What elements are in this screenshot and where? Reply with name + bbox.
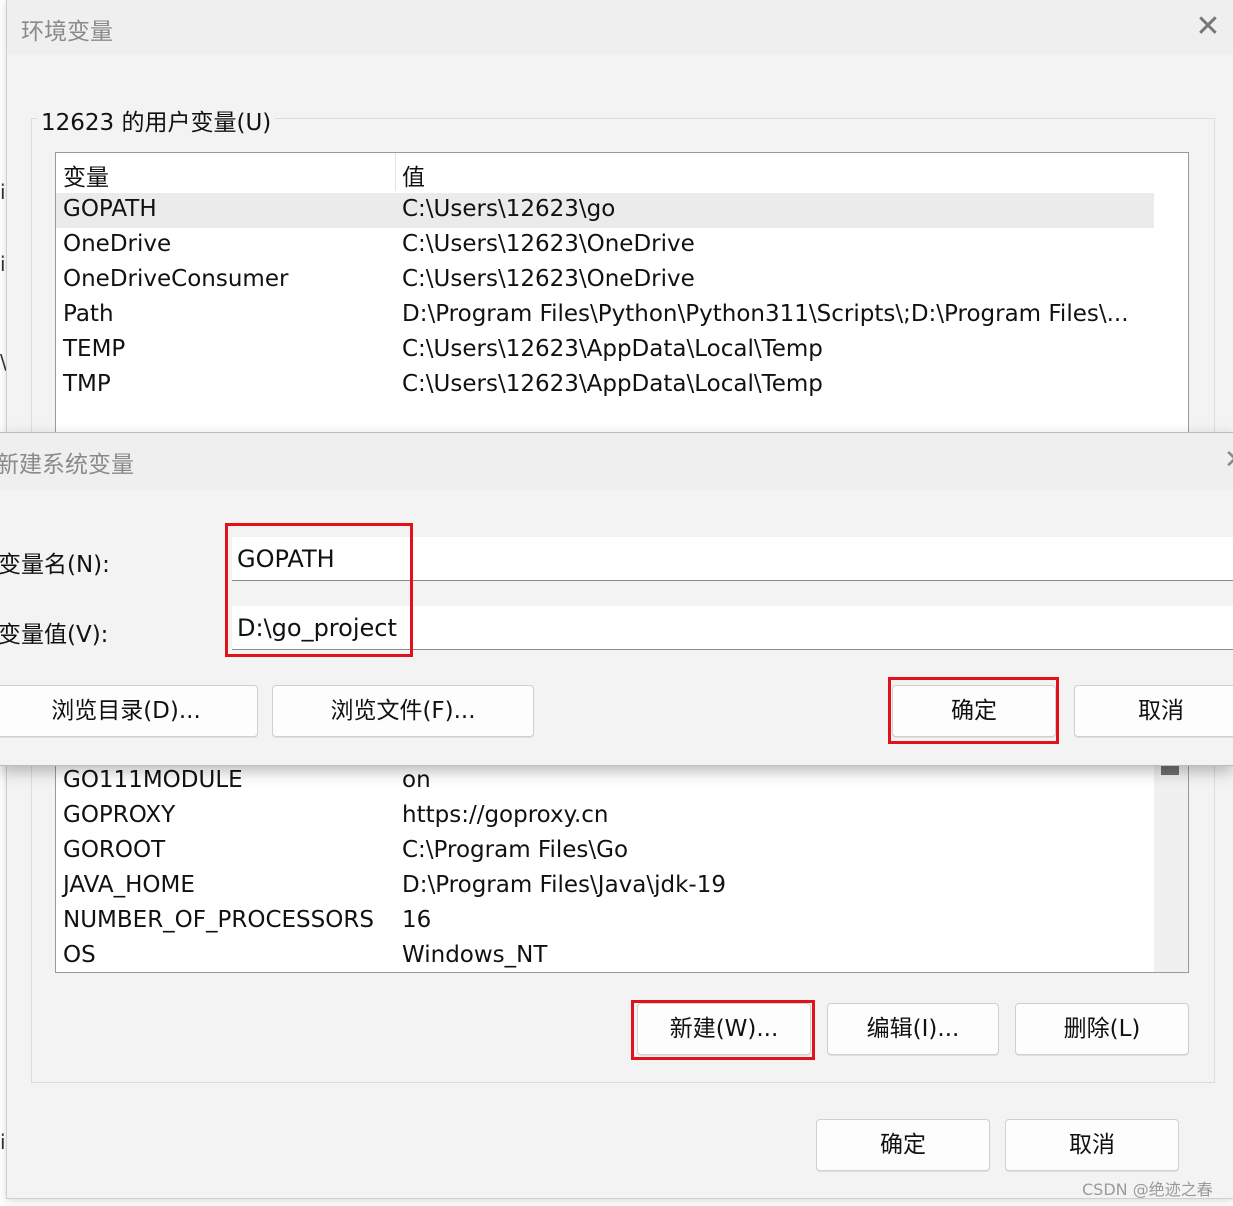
column-header-variable[interactable]: 变量 <box>63 158 109 192</box>
browse-file-button[interactable]: 浏览文件(F)... <box>272 685 534 737</box>
variable-name: GOROOT <box>63 837 166 863</box>
list-row[interactable]: GOROOT C:\Program Files\Go <box>56 834 1154 869</box>
list-row[interactable]: GOPROXY https://goproxy.cn <box>56 799 1154 834</box>
variable-value: C:\Users\12623\AppData\Local\Temp <box>402 336 823 362</box>
variable-name: TEMP <box>63 336 126 362</box>
new-system-variable-dialog: 新建系统变量 ✕ 变量名(N): 变量值(V): 浏览目录(D)... 浏览文件… <box>0 432 1233 766</box>
variable-value: C:\Users\12623\OneDrive <box>402 231 695 257</box>
background-window-fragment: i <box>0 252 6 276</box>
ok-button[interactable]: 确定 <box>816 1119 990 1171</box>
user-variables-label: 12623 的用户变量(U) <box>37 103 276 137</box>
highlight-box <box>888 677 1059 744</box>
browse-directory-button[interactable]: 浏览目录(D)... <box>0 685 258 737</box>
list-row[interactable]: OneDriveConsumer C:\Users\12623\OneDrive <box>56 263 1154 298</box>
list-row[interactable]: Path D:\Program Files\Python\Python311\S… <box>56 298 1154 333</box>
highlight-box <box>225 523 413 657</box>
list-row[interactable]: TEMP C:\Users\12623\AppData\Local\Temp <box>56 333 1154 368</box>
column-header-value[interactable]: 值 <box>402 158 425 192</box>
variable-value: C:\Users\12623\OneDrive <box>402 266 695 292</box>
user-variables-list[interactable]: 变量 值 GOPATH C:\Users\12623\go OneDrive C… <box>55 152 1189 454</box>
background-window-fragment: i <box>0 180 6 204</box>
variable-name: GOPATH <box>63 196 157 222</box>
title-bar[interactable]: 环境变量 ✕ <box>7 0 1233 54</box>
vertical-scrollbar[interactable] <box>1154 760 1188 972</box>
list-row[interactable]: OS Windows_NT <box>56 939 1154 972</box>
close-icon[interactable]: ✕ <box>1224 445 1233 475</box>
variable-name: TMP <box>63 371 111 397</box>
highlight-box <box>631 1000 815 1060</box>
background-window-fragment: i <box>0 1130 6 1154</box>
list-row[interactable]: JAVA_HOME D:\Program Files\Java\jdk-19 <box>56 869 1154 904</box>
edit-variable-button[interactable]: 编辑(I)... <box>827 1003 999 1055</box>
variable-name: OS <box>63 942 96 968</box>
variable-value: C:\Users\12623\AppData\Local\Temp <box>402 371 823 397</box>
variable-name: NUMBER_OF_PROCESSORS <box>63 907 374 933</box>
variable-name-label: 变量名(N): <box>0 552 110 578</box>
variable-name: OneDrive <box>63 231 172 257</box>
title-bar[interactable]: 新建系统变量 ✕ <box>0 433 1233 489</box>
variable-value: C:\Users\12623\go <box>402 196 616 222</box>
variable-value-label: 变量值(V): <box>0 622 109 648</box>
variable-value: on <box>402 767 431 793</box>
list-row[interactable]: GOPATH C:\Users\12623\go <box>56 193 1154 228</box>
variable-name: JAVA_HOME <box>63 872 195 898</box>
dialog-title: 环境变量 <box>21 19 113 45</box>
delete-variable-button[interactable]: 删除(L) <box>1015 1003 1189 1055</box>
list-row[interactable]: OneDrive C:\Users\12623\OneDrive <box>56 228 1154 263</box>
variable-value: https://goproxy.cn <box>402 802 609 828</box>
variable-name: GOPROXY <box>63 802 176 828</box>
watermark: CSDN @绝迹之春 <box>1082 1180 1213 1199</box>
scrollbar-thumb[interactable] <box>1161 765 1179 775</box>
variable-value: 16 <box>402 907 432 933</box>
list-header: 变量 值 <box>56 153 1154 191</box>
variable-name: OneDriveConsumer <box>63 266 289 292</box>
variable-value: C:\Program Files\Go <box>402 837 629 863</box>
cancel-button[interactable]: 取消 <box>1005 1119 1179 1171</box>
system-variables-list[interactable]: GO111MODULE on GOPROXY https://goproxy.c… <box>55 760 1189 973</box>
cancel-button[interactable]: 取消 <box>1074 685 1233 737</box>
list-row[interactable]: GO111MODULE on <box>56 764 1154 799</box>
variable-name: GO111MODULE <box>63 767 243 793</box>
dialog-title: 新建系统变量 <box>0 452 134 478</box>
list-row[interactable]: NUMBER_OF_PROCESSORS 16 <box>56 904 1154 939</box>
variable-value: D:\Program Files\Java\jdk-19 <box>402 872 726 898</box>
column-divider[interactable] <box>395 153 396 191</box>
variable-name: Path <box>63 301 114 327</box>
variable-value: D:\Program Files\Python\Python311\Script… <box>402 301 1129 327</box>
close-icon[interactable]: ✕ <box>1191 10 1225 44</box>
variable-value: Windows_NT <box>402 942 548 968</box>
list-row[interactable]: TMP C:\Users\12623\AppData\Local\Temp <box>56 368 1154 403</box>
